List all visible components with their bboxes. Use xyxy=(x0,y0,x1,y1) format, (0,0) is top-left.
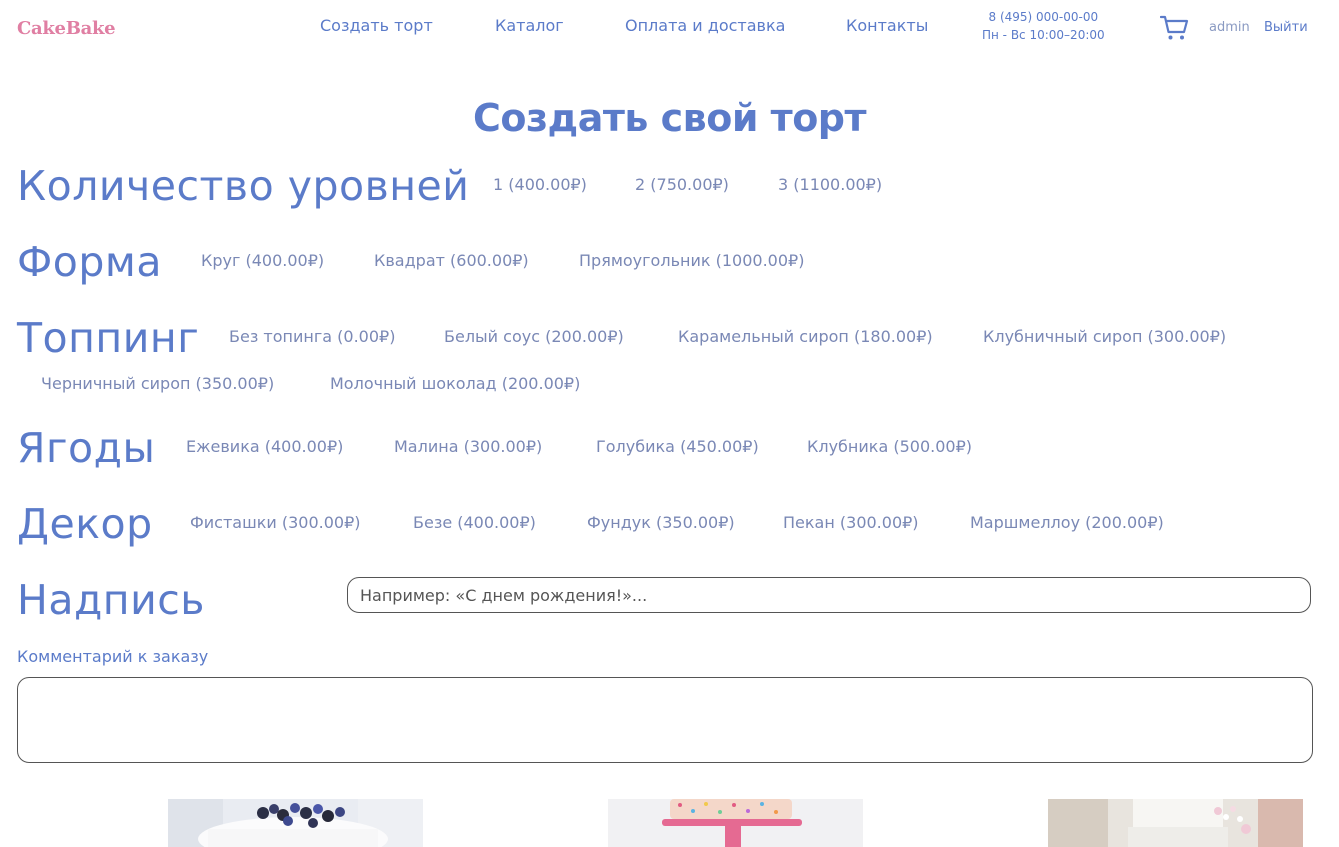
nav-create-cake[interactable]: Создать торт xyxy=(320,16,433,35)
levels-option-2[interactable]: 2 (750.00₽) xyxy=(635,175,729,194)
topping-option-blueberry[interactable]: Черничный сироп (350.00₽) xyxy=(41,374,274,393)
header: CakeBake Создать торт Каталог Оплата и д… xyxy=(0,0,1339,60)
logout-link[interactable]: Выйти xyxy=(1264,20,1308,35)
username: admin xyxy=(1209,20,1250,35)
berries-option-blueberry[interactable]: Голубика (450.00₽) xyxy=(596,437,759,456)
berries-option-strawberry[interactable]: Клубника (500.00₽) xyxy=(807,437,972,456)
shape-option-circle[interactable]: Круг (400.00₽) xyxy=(201,251,324,270)
logo[interactable]: CakeBake xyxy=(17,18,116,39)
cake-image-berries[interactable] xyxy=(168,799,423,847)
shape-label: Форма xyxy=(17,238,162,286)
comment-textarea[interactable] xyxy=(17,677,1313,763)
page-title: Создать свой торт xyxy=(472,96,867,140)
levels-option-3[interactable]: 3 (1100.00₽) xyxy=(778,175,882,194)
berries-option-blackberry[interactable]: Ежевика (400.00₽) xyxy=(186,437,343,456)
comment-label: Комментарий к заказу xyxy=(17,647,209,666)
cake-image-sprinkles[interactable] xyxy=(608,799,863,847)
shape-option-rectangle[interactable]: Прямоугольник (1000.00₽) xyxy=(579,251,804,270)
decor-option-hazelnut[interactable]: Фундук (350.00₽) xyxy=(587,513,735,532)
topping-option-caramel[interactable]: Карамельный сироп (180.00₽) xyxy=(678,327,933,346)
decor-option-pecan[interactable]: Пекан (300.00₽) xyxy=(783,513,919,532)
berries-label: Ягоды xyxy=(17,424,156,472)
topping-label: Топпинг xyxy=(17,314,200,362)
inscription-label: Надпись xyxy=(17,576,205,624)
decor-option-marshmallow[interactable]: Маршмеллоу (200.00₽) xyxy=(970,513,1164,532)
contact-info: 8 (495) 000-00-00 Пн - Вс 10:00–20:00 xyxy=(982,8,1105,44)
nav-contacts[interactable]: Контакты xyxy=(846,16,928,35)
berries-option-raspberry[interactable]: Малина (300.00₽) xyxy=(394,437,542,456)
cart-icon[interactable] xyxy=(1159,14,1190,42)
shape-option-square[interactable]: Квадрат (600.00₽) xyxy=(374,251,529,270)
topping-option-strawberry[interactable]: Клубничный сироп (300.00₽) xyxy=(983,327,1226,346)
inscription-input[interactable] xyxy=(347,577,1311,613)
topping-option-none[interactable]: Без топинга (0.00₽) xyxy=(229,327,395,346)
working-hours: Пн - Вс 10:00–20:00 xyxy=(982,28,1105,42)
nav-catalog[interactable]: Каталог xyxy=(495,16,564,35)
decor-label: Декор xyxy=(17,500,153,548)
decor-option-meringue[interactable]: Безе (400.00₽) xyxy=(413,513,536,532)
topping-option-white-sauce[interactable]: Белый соус (200.00₽) xyxy=(444,327,624,346)
levels-label: Количество уровней xyxy=(17,162,470,210)
levels-option-1[interactable]: 1 (400.00₽) xyxy=(493,175,587,194)
cake-image-flowers[interactable] xyxy=(1048,799,1303,847)
topping-option-milk-chocolate[interactable]: Молочный шоколад (200.00₽) xyxy=(330,374,580,393)
nav-payment-delivery[interactable]: Оплата и доставка xyxy=(625,16,785,35)
decor-option-pistachio[interactable]: Фисташки (300.00₽) xyxy=(190,513,361,532)
phone-number: 8 (495) 000-00-00 xyxy=(988,10,1099,24)
